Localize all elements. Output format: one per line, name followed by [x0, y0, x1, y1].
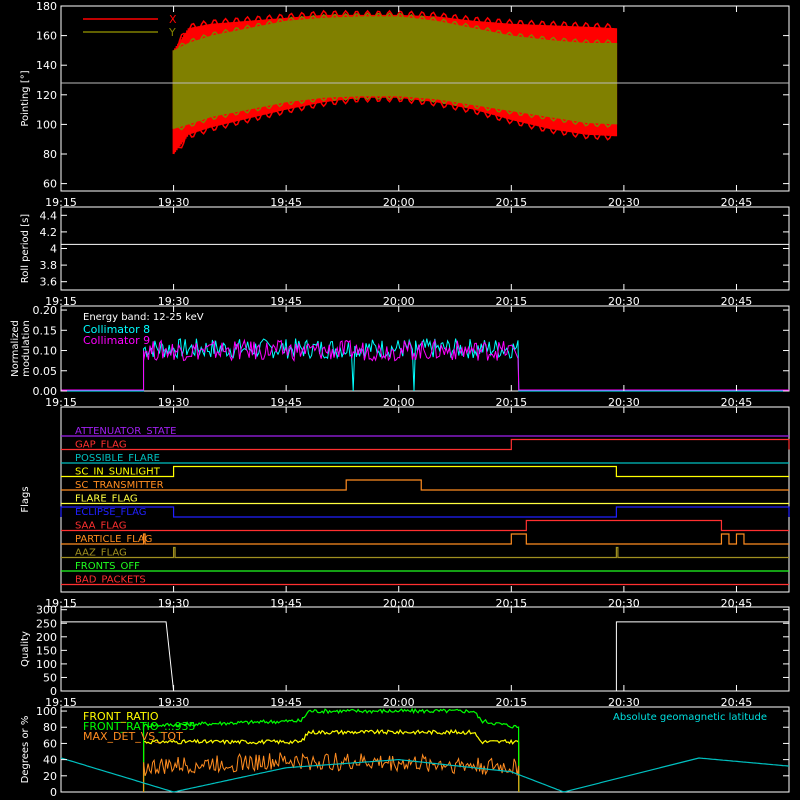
plot-frame	[60, 206, 790, 291]
legend-label: Collimator 9	[83, 334, 150, 347]
panel-modulation: 0.000.050.100.150.2019:15 19:30 19:45 20:00…	[10, 304, 790, 409]
flag-label: SAA_FLAG	[75, 521, 126, 532]
y-tick-label: 0.05	[33, 365, 58, 378]
y-tick-label: 100	[36, 658, 57, 671]
flag-label: ATTENUATOR_STATE	[75, 426, 176, 437]
panel-flags: ATTENUATOR_STATE GAP_FLAG POSSIBLE_FLARE SC…	[20, 406, 790, 610]
y-tick-label: 100	[36, 705, 57, 718]
y-tick-label: 180	[36, 0, 57, 13]
y-tick-label: 20	[43, 770, 57, 783]
flag-fronts-off: FRONTS_OFF	[61, 561, 789, 572]
flag-label: BAD_PACKETS	[75, 575, 146, 586]
flag-flare-flag: FLARE_FLAG	[61, 494, 789, 505]
flag-trace	[61, 546, 789, 559]
y-tick-label: 3.6	[40, 276, 58, 289]
flag-label: GAP_FLAG	[75, 440, 127, 451]
flag-gap-flag: GAP_FLAG	[61, 438, 790, 451]
y-tick-label: 100	[36, 118, 57, 131]
y-tick-label: 150	[36, 644, 57, 657]
y-tick-label: 120	[36, 89, 57, 102]
flag-label: ECLIPSE_FLAG	[75, 507, 146, 518]
y-tick-label: 40	[43, 754, 57, 767]
front-ratio-935-trace	[142, 707, 520, 793]
flag-label: POSSIBLE_FLARE	[75, 453, 160, 464]
panel-roll: 3.63.844.24.419:15 19:30 19:45 20:00 20:15 20…	[20, 206, 790, 308]
flag-trace	[61, 465, 789, 478]
ql-summary-plot: 608010012014016018019:15 19:30 19:45 20:00 2…	[10, 0, 790, 799]
y-tick-label: 80	[43, 721, 57, 734]
plot-frame	[60, 606, 790, 692]
y-tick-label: 80	[43, 148, 57, 161]
legend-label: MAX_DET_VS_TOT	[83, 730, 183, 743]
flag-eclipse-flag: ECLIPSE_FLAG	[60, 506, 790, 518]
flag-sc-in-sunlight: SC_IN_SUNLIGHT	[61, 465, 789, 478]
y-axis-title: modulation	[21, 320, 32, 377]
y-axis-title: Roll period [s]	[20, 214, 31, 283]
y-tick-label: 0	[50, 786, 57, 799]
front-ratio-trace	[142, 728, 520, 793]
flag-possible-flare: POSSIBLE_FLARE	[61, 453, 789, 464]
y-tick-label: 200	[36, 631, 57, 644]
y-axis-title: Degrees or %	[20, 716, 31, 784]
y-tick-label: 0.20	[33, 304, 58, 317]
modulation-series-collimator-9	[61, 338, 789, 391]
flag-attenuator-state: ATTENUATOR_STATE	[61, 426, 789, 437]
y-tick-label: 300	[36, 604, 57, 617]
flag-label: SC_TRANSMITTER	[75, 480, 164, 491]
panel-pointing: 608010012014016018019:15 19:30 19:45 20:00 2…	[20, 0, 790, 209]
legend-label: Y	[168, 26, 176, 39]
flag-trace	[61, 438, 790, 451]
flag-particle-flag: PARTICLE_FLAG	[61, 533, 789, 545]
y-tick-label: 4.4	[40, 209, 58, 222]
y-tick-label: 0.15	[33, 324, 58, 337]
geomagnetic-latitude-label: Absolute geomagnetic latitude	[613, 712, 767, 723]
flag-trace	[60, 506, 790, 518]
modulation-series-collimator-8	[61, 338, 789, 392]
y-tick-label: 4	[50, 243, 57, 256]
y-tick-label: 4.2	[40, 226, 58, 239]
y-tick-label: 140	[36, 59, 57, 72]
flag-label: PARTICLE_FLAG	[75, 534, 152, 545]
flag-trace	[61, 533, 789, 545]
y-axis-title: Normalized	[10, 320, 21, 377]
panel-quality: 05010015020025030019:15 19:30 19:45 20:00 20…	[20, 604, 790, 709]
flag-label: FRONTS_OFF	[75, 561, 140, 572]
quality-trace	[61, 621, 789, 692]
y-tick-label: 0.10	[33, 345, 58, 358]
legend-label: X	[169, 13, 177, 26]
y-tick-label: 60	[43, 737, 57, 750]
flag-trace	[61, 519, 789, 532]
panel-ratios: 020406080100Degrees or % FRONT_RATIOFRONT…	[20, 705, 790, 799]
flag-label: SC_IN_SUNLIGHT	[75, 467, 161, 478]
y-tick-label: 50	[43, 671, 57, 684]
y-axis-title: Flags	[20, 486, 31, 512]
y-axis-title: Quality	[20, 631, 31, 667]
legend: XY	[83, 13, 177, 39]
y-tick-label: 250	[36, 617, 57, 630]
flag-aaz-flag: AAZ_FLAG	[61, 546, 789, 559]
flag-trace	[61, 479, 789, 491]
flag-label: FLARE_FLAG	[75, 494, 138, 505]
y-tick-label: 160	[36, 30, 57, 43]
y-tick-label: 60	[43, 178, 57, 191]
y-tick-label: 3.8	[40, 259, 58, 272]
flag-saa-flag: SAA_FLAG	[61, 519, 789, 532]
flag-label: AAZ_FLAG	[75, 548, 127, 559]
energy-band-annotation: Energy band: 12-25 keV	[83, 312, 204, 323]
y-axis-title: Pointing [°]	[20, 70, 31, 126]
flag-bad-packets: BAD_PACKETS	[61, 575, 789, 586]
flag-sc-transmitter: SC_TRANSMITTER	[61, 479, 789, 491]
